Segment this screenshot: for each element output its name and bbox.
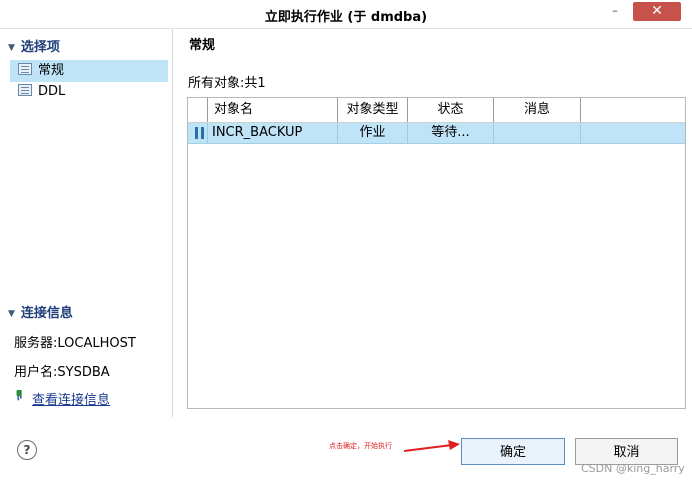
help-icon[interactable]: ? [17,440,37,460]
table-header: 对象名 对象类型 状态 消息 [188,98,685,123]
minimize-button[interactable]: – [604,2,626,20]
cell-message [494,123,581,143]
column-header-type[interactable]: 对象类型 [338,98,408,122]
window-title: 立即执行作业 (于 dmdba) [264,10,428,25]
annotation-text: 点击确定，开始执行 [329,442,392,450]
cell-object-name: INCR_BACKUP [208,123,338,143]
nav-item-general[interactable]: 常规 [10,60,168,82]
column-header-status[interactable]: 状态 [408,98,494,122]
page-title: 常规 [189,38,216,53]
nav-item-ddl[interactable]: DDL [10,81,168,103]
ok-button[interactable]: 确定 [461,438,565,465]
close-button[interactable]: ✕ [633,2,681,21]
server-info: 服务器:LOCALHOST [14,336,136,351]
watermark: CSDN @king_harry [581,462,685,475]
header-spacer [188,98,208,122]
cell-object-type: 作业 [338,123,408,143]
page-icon [18,63,32,75]
column-header-message[interactable]: 消息 [494,98,581,122]
page-icon [18,84,32,96]
pause-icon [195,127,204,139]
column-header-name[interactable]: 对象名 [208,98,338,122]
connection-header-label: 连接信息 [20,306,73,321]
collapse-triangle-icon: ▼ [8,309,15,319]
connection-section-header[interactable]: ▼ 连接信息 [8,302,73,321]
user-info: 用户名:SYSDBA [14,365,110,380]
options-header-label: 选择项 [20,40,60,55]
cell-status: 等待... [408,123,494,143]
collapse-triangle-icon: ▼ [8,43,15,53]
title-bar: 立即执行作业 (于 dmdba) – ✕ [0,0,692,29]
object-count: 所有对象:共1 [188,76,266,91]
cancel-button[interactable]: 取消 [575,438,678,465]
nav-item-label: 常规 [38,63,65,78]
view-connection-link[interactable]: 查看连接信息 [32,393,110,408]
row-status-cell [188,123,208,143]
nav-item-label: DDL [38,84,66,99]
view-connection-row: 查看连接信息 [14,389,110,408]
red-arrow-icon [403,440,460,452]
main-panel: 常规 所有对象:共1 对象名 对象类型 状态 消息 INCR_BACKUP 作业… [173,29,692,417]
connection-plug-icon [16,390,22,401]
left-panel: ▼ 选择项 常规 DDL ▼ 连接信息 服务器:LOCALHOST 用户名:SYSD… [0,29,173,417]
object-table: 对象名 对象类型 状态 消息 INCR_BACKUP 作业 等待... [187,97,686,409]
table-row[interactable]: INCR_BACKUP 作业 等待... [188,123,685,144]
options-section-header[interactable]: ▼ 选择项 [8,36,60,55]
